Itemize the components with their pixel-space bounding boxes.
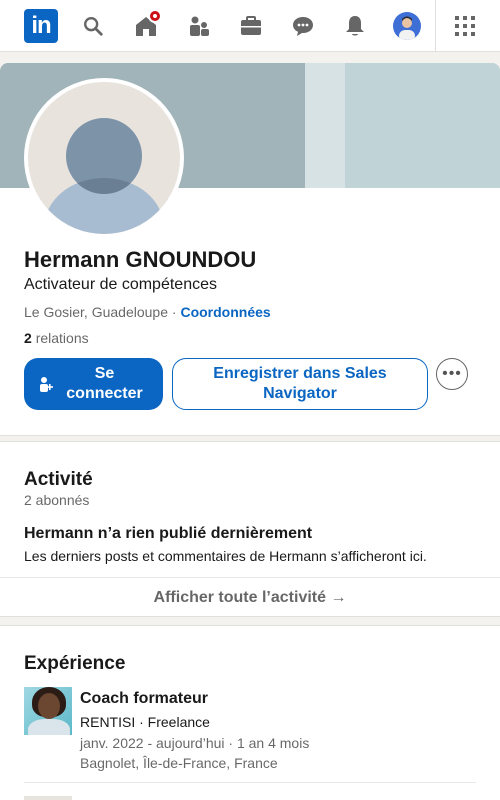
banner-block bbox=[345, 63, 500, 188]
nav-divider bbox=[435, 0, 436, 52]
activity-empty-title: Hermann n’a rien publié dernièrement bbox=[24, 525, 313, 542]
location-separator: · bbox=[171, 304, 177, 320]
contact-info-link[interactable]: Coordonnées bbox=[180, 304, 270, 320]
connect-button[interactable]: Se connecter bbox=[24, 358, 163, 410]
notifications-icon[interactable] bbox=[341, 12, 369, 40]
activity-empty-text: Les derniers posts et commentaires de He… bbox=[24, 548, 427, 564]
activity-title: Activité bbox=[24, 469, 93, 490]
experience-title: Expérience bbox=[24, 653, 126, 674]
profile-location: Le Gosier, Guadeloupe · Coordonnées bbox=[24, 304, 271, 320]
relations-number: 2 bbox=[24, 330, 32, 346]
activity-card: Activité 2 abonnés Hermann n’a rien publ… bbox=[0, 441, 500, 617]
me-avatar[interactable] bbox=[393, 12, 421, 40]
connect-label: Se connecter bbox=[66, 365, 143, 402]
experience-role[interactable]: Coach formateur bbox=[80, 690, 208, 708]
linkedin-logo[interactable]: in bbox=[24, 9, 58, 43]
relations-label: relations bbox=[35, 330, 89, 346]
experience-place: Bagnolet, Île-de-France, France bbox=[80, 755, 278, 771]
add-person-icon bbox=[40, 377, 53, 392]
next-experience-logo[interactable] bbox=[24, 796, 72, 800]
experience-logo[interactable] bbox=[24, 687, 72, 735]
show-all-activity-link[interactable]: Afficher toute l’activité → bbox=[0, 578, 500, 618]
location-text: Le Gosier, Guadeloupe bbox=[24, 304, 168, 320]
messaging-icon[interactable] bbox=[289, 12, 317, 40]
logo-shirt-shape bbox=[28, 719, 70, 735]
banner-stripe bbox=[305, 63, 345, 188]
logo-text: in bbox=[31, 12, 51, 39]
jobs-icon[interactable] bbox=[237, 12, 265, 40]
followers-count: 2 abonnés bbox=[24, 492, 90, 508]
save-sales-navigator-button[interactable]: Enregistrer dans Sales Navigator bbox=[172, 358, 428, 410]
relations-count[interactable]: 2 relations bbox=[24, 330, 89, 346]
profile-headline: Activateur de compétences bbox=[24, 276, 217, 293]
experience-company: RENTISI · Freelance bbox=[80, 714, 210, 730]
experience-dates: janv. 2022 - aujourd’hui · 1 an 4 mois bbox=[80, 735, 310, 751]
apps-grid-icon[interactable] bbox=[451, 12, 479, 40]
profile-name: Hermann GNOUNDOU bbox=[24, 247, 257, 272]
profile-photo[interactable] bbox=[24, 78, 184, 238]
logo-face-shape bbox=[38, 693, 60, 719]
home-icon[interactable] bbox=[132, 9, 162, 40]
search-icon[interactable] bbox=[79, 12, 107, 40]
experience-divider bbox=[24, 782, 476, 783]
avatar-overlap-shape bbox=[66, 118, 142, 194]
top-navigation: in bbox=[0, 0, 500, 52]
network-icon[interactable] bbox=[185, 12, 213, 40]
more-options-button[interactable]: ••• bbox=[436, 358, 468, 390]
experience-card: Expérience Coach formateur RENTISI · Fre… bbox=[0, 625, 500, 800]
notification-dot bbox=[148, 9, 162, 23]
